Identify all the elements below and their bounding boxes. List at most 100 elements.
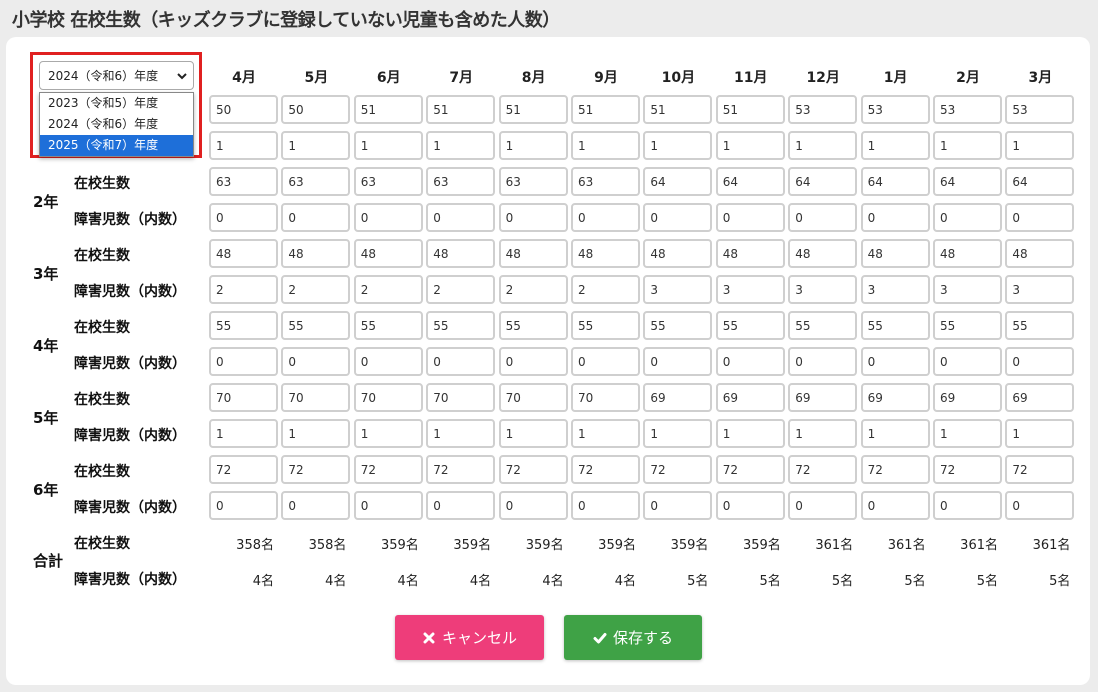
students-input[interactable] (209, 383, 278, 412)
students-input[interactable] (498, 383, 568, 412)
students-input[interactable] (933, 95, 1002, 124)
disabled-input[interactable] (933, 347, 1002, 376)
disabled-input[interactable] (571, 131, 640, 160)
students-input[interactable] (788, 95, 858, 124)
disabled-input[interactable] (860, 419, 930, 448)
disabled-input[interactable] (281, 131, 351, 160)
students-input[interactable] (498, 455, 568, 484)
students-input[interactable] (715, 455, 785, 484)
disabled-input[interactable] (281, 491, 351, 520)
disabled-input[interactable] (209, 419, 278, 448)
students-input[interactable] (643, 455, 713, 484)
disabled-input[interactable] (788, 419, 858, 448)
disabled-input[interactable] (209, 347, 278, 376)
disabled-input[interactable] (498, 131, 568, 160)
disabled-input[interactable] (426, 131, 496, 160)
students-input[interactable] (715, 95, 785, 124)
disabled-input[interactable] (353, 491, 423, 520)
disabled-input[interactable] (933, 131, 1002, 160)
students-input[interactable] (860, 383, 930, 412)
disabled-input[interactable] (643, 203, 713, 232)
students-input[interactable] (788, 167, 858, 196)
disabled-input[interactable] (933, 203, 1002, 232)
year-select[interactable]: 2024（令和6）年度 (39, 61, 194, 90)
disabled-input[interactable] (860, 491, 930, 520)
disabled-input[interactable] (426, 347, 496, 376)
students-input[interactable] (860, 167, 930, 196)
disabled-input[interactable] (209, 131, 278, 160)
disabled-input[interactable] (571, 419, 640, 448)
disabled-input[interactable] (498, 275, 568, 304)
disabled-input[interactable] (715, 419, 785, 448)
students-input[interactable] (353, 383, 423, 412)
disabled-input[interactable] (1005, 203, 1075, 232)
students-input[interactable] (426, 455, 496, 484)
disabled-input[interactable] (426, 491, 496, 520)
students-input[interactable] (426, 239, 496, 268)
disabled-input[interactable] (498, 491, 568, 520)
students-input[interactable] (933, 383, 1002, 412)
students-input[interactable] (1005, 95, 1075, 124)
students-input[interactable] (860, 95, 930, 124)
disabled-input[interactable] (571, 347, 640, 376)
disabled-input[interactable] (788, 347, 858, 376)
students-input[interactable] (715, 239, 785, 268)
students-input[interactable] (715, 167, 785, 196)
students-input[interactable] (498, 311, 568, 340)
disabled-input[interactable] (498, 203, 568, 232)
students-input[interactable] (426, 167, 496, 196)
disabled-input[interactable] (643, 491, 713, 520)
disabled-input[interactable] (353, 347, 423, 376)
students-input[interactable] (426, 311, 496, 340)
disabled-input[interactable] (209, 275, 278, 304)
disabled-input[interactable] (426, 419, 496, 448)
disabled-input[interactable] (281, 275, 351, 304)
disabled-input[interactable] (788, 131, 858, 160)
students-input[interactable] (643, 239, 713, 268)
disabled-input[interactable] (933, 419, 1002, 448)
students-input[interactable] (1005, 383, 1075, 412)
students-input[interactable] (1005, 167, 1075, 196)
students-input[interactable] (860, 455, 930, 484)
disabled-input[interactable] (788, 491, 858, 520)
students-input[interactable] (643, 167, 713, 196)
students-input[interactable] (281, 383, 351, 412)
disabled-input[interactable] (571, 491, 640, 520)
students-input[interactable] (571, 311, 640, 340)
disabled-input[interactable] (281, 419, 351, 448)
year-option[interactable]: 2024（令和6）年度 (40, 114, 193, 135)
students-input[interactable] (788, 455, 858, 484)
disabled-input[interactable] (933, 491, 1002, 520)
disabled-input[interactable] (1005, 419, 1075, 448)
disabled-input[interactable] (426, 203, 496, 232)
students-input[interactable] (933, 455, 1002, 484)
students-input[interactable] (209, 95, 278, 124)
students-input[interactable] (788, 383, 858, 412)
disabled-input[interactable] (353, 203, 423, 232)
students-input[interactable] (571, 383, 640, 412)
students-input[interactable] (933, 311, 1002, 340)
disabled-input[interactable] (715, 203, 785, 232)
students-input[interactable] (353, 167, 423, 196)
disabled-input[interactable] (643, 419, 713, 448)
disabled-input[interactable] (498, 419, 568, 448)
students-input[interactable] (209, 455, 278, 484)
disabled-input[interactable] (281, 203, 351, 232)
students-input[interactable] (498, 167, 568, 196)
students-input[interactable] (643, 383, 713, 412)
disabled-input[interactable] (1005, 491, 1075, 520)
disabled-input[interactable] (788, 203, 858, 232)
disabled-input[interactable] (715, 275, 785, 304)
disabled-input[interactable] (1005, 275, 1075, 304)
students-input[interactable] (353, 239, 423, 268)
students-input[interactable] (788, 239, 858, 268)
disabled-input[interactable] (1005, 347, 1075, 376)
disabled-input[interactable] (860, 203, 930, 232)
students-input[interactable] (643, 311, 713, 340)
students-input[interactable] (498, 239, 568, 268)
disabled-input[interactable] (353, 131, 423, 160)
disabled-input[interactable] (643, 347, 713, 376)
disabled-input[interactable] (209, 491, 278, 520)
students-input[interactable] (1005, 239, 1075, 268)
disabled-input[interactable] (1005, 131, 1075, 160)
